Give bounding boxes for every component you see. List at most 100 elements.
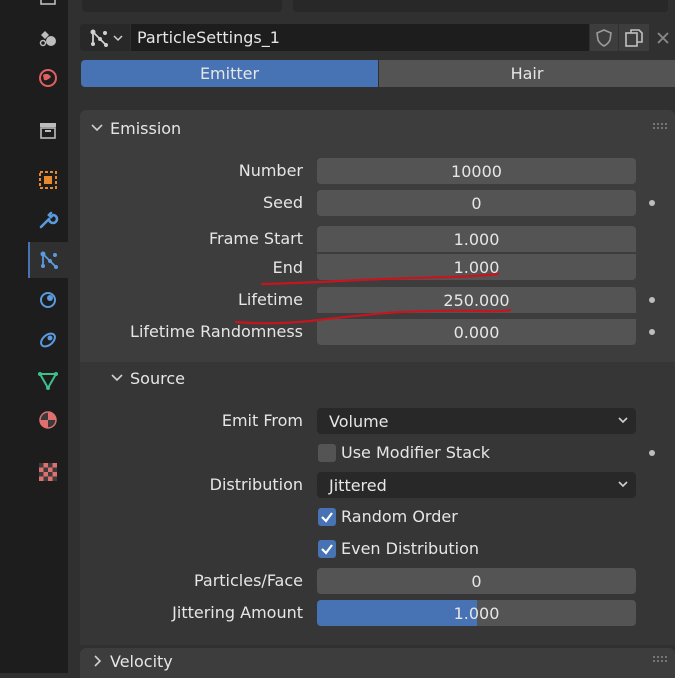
frame-start-label: Frame Start [208,229,303,248]
tab-data[interactable] [28,362,68,398]
slider-fill [317,600,477,626]
chevron-down-icon [618,481,628,488]
search-field[interactable] [293,0,668,12]
tab-particles[interactable] [28,242,68,278]
distribution-value: Jittered [329,475,387,495]
number-field[interactable]: 10000 [317,158,636,184]
particles-face-label: Particles/Face [193,571,303,590]
physics-icon [40,292,56,308]
tab-output[interactable] [28,0,68,18]
use-modifier-stack-checkbox[interactable] [318,444,336,462]
unlink-button[interactable] [650,24,675,51]
tab-emitter-label: Emitter [199,64,260,83]
world-icon [39,69,57,87]
velocity-header[interactable]: Velocity [80,648,675,678]
tab-world[interactable] [28,60,68,96]
frame-start-field[interactable]: 1.000 [317,226,636,252]
lifetime-label: Lifetime [238,290,303,309]
number-value: 10000 [451,161,502,181]
emission-title: Emission [110,119,182,138]
checkmark-icon [321,512,333,523]
emit-from-dropdown[interactable]: Volume [317,408,636,434]
even-distribution-label: Even Distribution [341,539,479,558]
checkmark-icon [321,544,333,555]
datablock-name-field[interactable]: ParticleSettings_1 [131,24,589,51]
tab-collection[interactable] [28,112,68,148]
drag-handle-icon[interactable] [652,655,668,663]
emit-from-value: Volume [329,411,389,431]
velocity-title: Velocity [110,652,173,671]
chevron-down-icon [91,124,103,132]
end-field[interactable]: 1.000 [317,254,636,280]
properties-panel: ParticleSettings_1 Emitter Hair Emission… [68,0,675,678]
use-modifier-stack-label: Use Modifier Stack [341,443,491,462]
particles-icon [40,251,58,269]
tab-view-layer[interactable] [28,20,68,56]
tab-texture[interactable] [28,454,68,490]
distribution-dropdown[interactable]: Jittered [317,472,636,498]
seed-value: 0 [471,193,482,213]
view-layer-icon [39,31,56,47]
lifetime-field[interactable]: 250.000 [317,287,636,313]
random-order-label: Random Order [341,507,458,526]
wrench-icon [39,211,59,229]
animate-property-dot[interactable] [649,200,655,206]
lifetime-value: 250.000 [443,290,510,310]
even-distribution-checkbox[interactable] [318,540,336,558]
shield-icon [596,28,612,47]
properties-tab-bar [28,0,68,673]
chevron-down-icon [112,34,123,41]
jittering-amount-label: Jittering Amount [172,603,303,622]
texture-checker-icon [39,463,57,481]
tab-material[interactable] [28,402,68,438]
jittering-amount-slider[interactable]: 1.000 [317,600,636,626]
object-icon [39,171,57,189]
lifetime-randomness-value: 0.000 [453,322,500,342]
tab-modifiers[interactable] [28,202,68,238]
copy-icon [625,28,643,47]
end-value: 1.000 [453,257,500,277]
collection-icon [40,123,56,139]
datablock-browse-button[interactable] [80,24,130,51]
animate-property-dot[interactable] [649,297,655,303]
emission-header[interactable]: Emission [80,113,675,143]
emit-from-label: Emit From [221,411,303,430]
mesh-data-icon [38,372,58,391]
random-order-checkbox[interactable] [318,508,336,526]
printer-icon [40,0,56,5]
chevron-down-icon [111,374,123,382]
particles-face-value: 0 [471,571,482,591]
material-icon [39,411,57,429]
particles-icon [90,29,108,47]
drag-handle-icon[interactable] [652,122,668,130]
distribution-label: Distribution [209,475,303,494]
duplicate-button[interactable] [619,24,649,51]
constraint-icon [40,332,56,348]
tab-hair-label: Hair [510,64,544,83]
chevron-right-icon [94,655,102,667]
tab-emitter[interactable]: Emitter [81,60,378,87]
source-title: Source [130,369,185,388]
end-label: End [272,258,303,277]
context-path [82,0,282,12]
close-icon [656,31,669,44]
seed-label: Seed [263,193,303,212]
seed-field[interactable]: 0 [317,190,636,216]
fake-user-button[interactable] [590,24,618,51]
frame-start-value: 1.000 [453,229,500,249]
lifetime-randomness-label: Lifetime Randomness [130,322,303,341]
tab-hair[interactable]: Hair [379,60,675,87]
particles-face-field[interactable]: 0 [317,568,636,594]
lifetime-randomness-field[interactable]: 0.000 [317,319,636,345]
animate-property-dot[interactable] [649,329,655,335]
animate-property-dot[interactable] [649,450,655,456]
number-label: Number [238,161,303,180]
tab-constraints[interactable] [28,322,68,358]
datablock-name: ParticleSettings_1 [137,28,280,47]
tab-object[interactable] [28,162,68,198]
source-header[interactable]: Source [100,364,660,392]
jittering-amount-value: 1.000 [453,603,500,623]
viewport-edge [0,0,28,673]
tab-physics[interactable] [28,282,68,318]
chevron-down-icon [618,417,628,424]
